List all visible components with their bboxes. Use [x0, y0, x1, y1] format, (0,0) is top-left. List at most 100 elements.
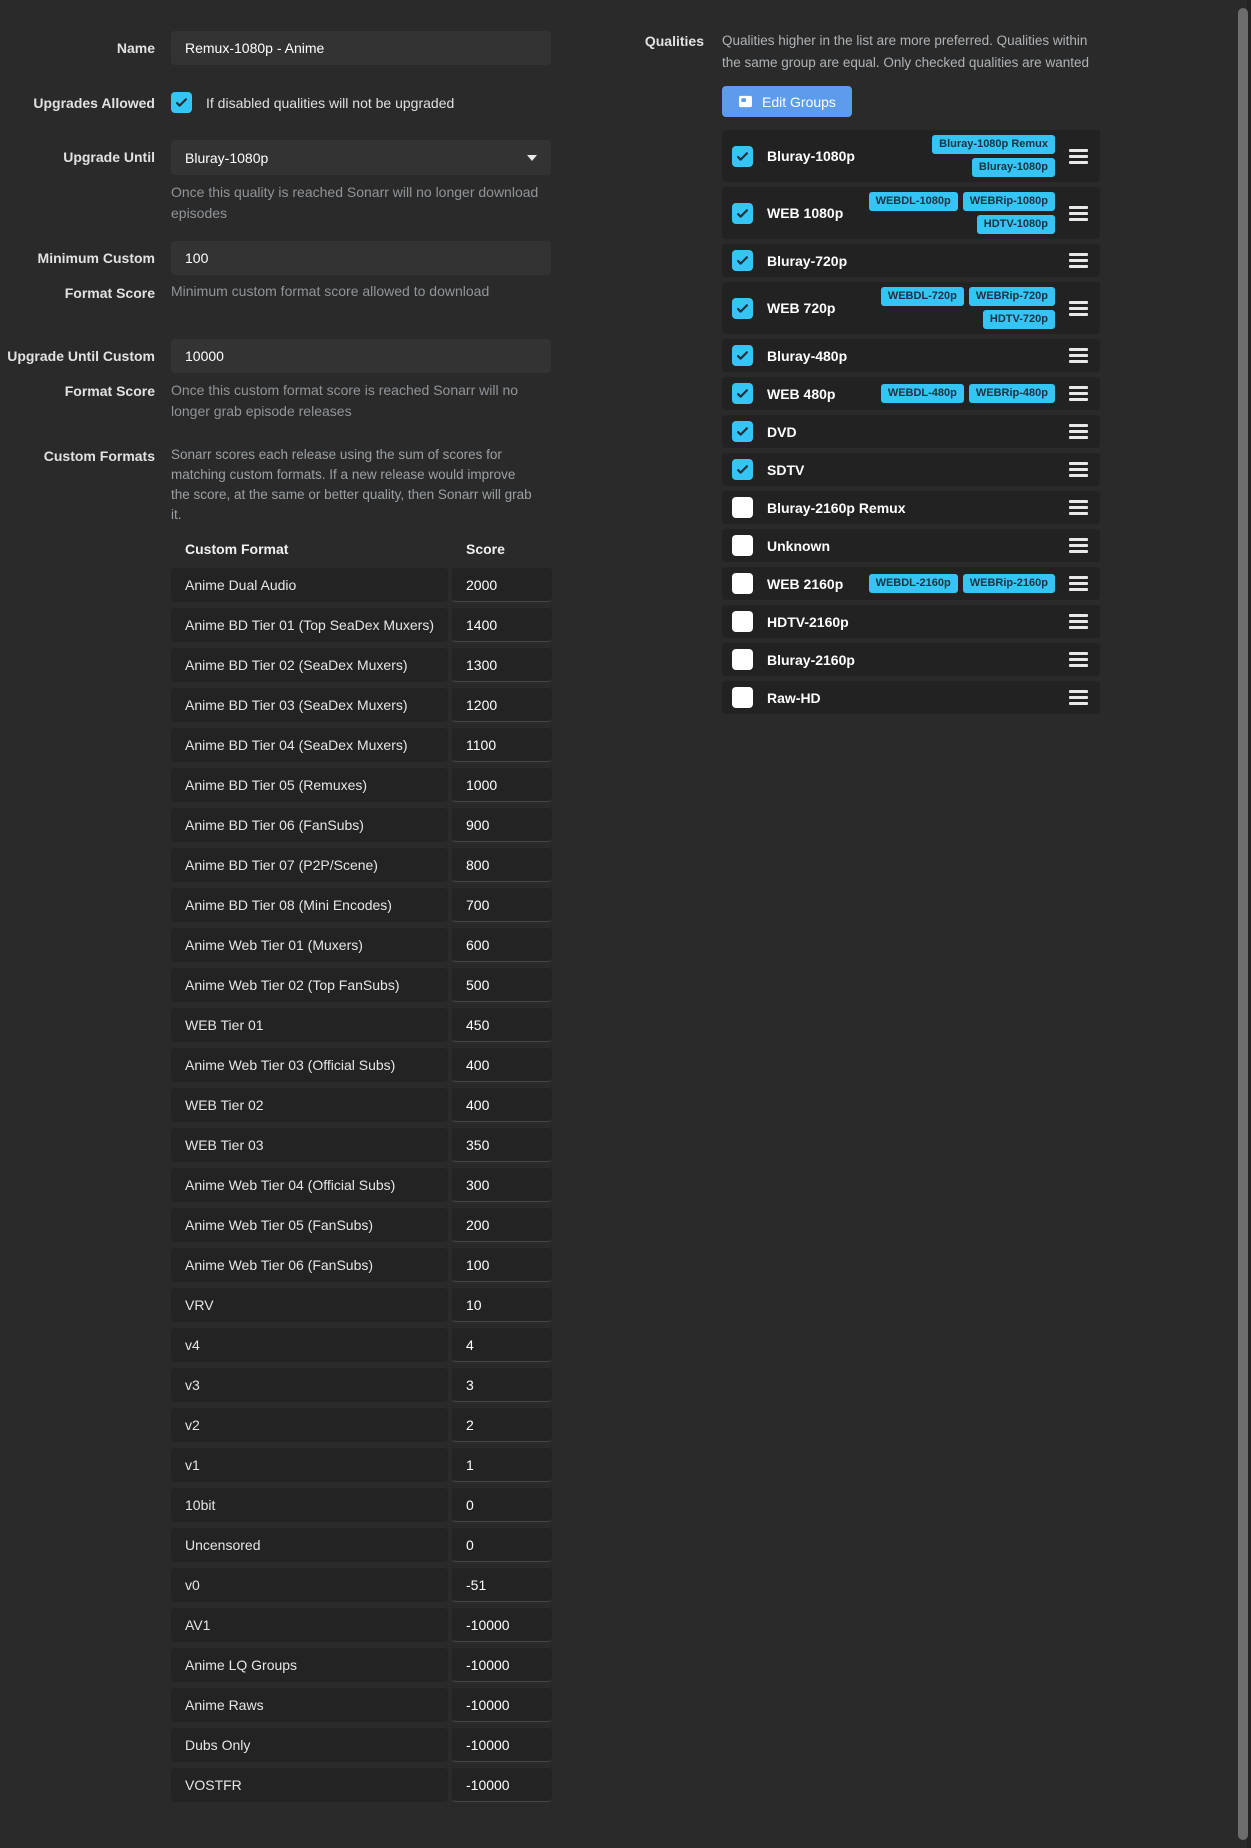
custom-format-score-input[interactable] [452, 888, 552, 922]
drag-handle-icon[interactable] [1069, 462, 1088, 477]
drag-handle-icon[interactable] [1069, 253, 1088, 268]
custom-format-score-input[interactable] [452, 848, 552, 882]
custom-format-score-input[interactable] [452, 968, 552, 1002]
quality-checkbox[interactable] [732, 649, 753, 670]
custom-format-score-input[interactable] [452, 568, 552, 602]
quality-item[interactable]: Bluray-2160p [722, 643, 1100, 676]
custom-format-name: Anime BD Tier 04 (SeaDex Muxers) [171, 728, 448, 762]
quality-checkbox[interactable] [732, 298, 753, 319]
custom-format-score-input[interactable] [452, 1608, 552, 1642]
quality-item[interactable]: SDTV [722, 453, 1100, 486]
quality-item[interactable]: Unknown [722, 529, 1100, 562]
custom-format-score-input[interactable] [452, 1008, 552, 1042]
quality-checkbox[interactable] [732, 421, 753, 442]
quality-item[interactable]: Bluray-2160p Remux [722, 491, 1100, 524]
quality-checkbox[interactable] [732, 383, 753, 404]
check-icon [735, 348, 750, 363]
custom-format-score-input[interactable] [452, 1488, 552, 1522]
upgrade-until-custom-format-score-input[interactable] [171, 339, 551, 373]
min-custom-format-score-label: Minimum Custom Format Score [0, 241, 155, 311]
custom-format-score-input[interactable] [452, 1528, 552, 1562]
custom-format-score-input[interactable] [452, 1688, 552, 1722]
name-input[interactable] [171, 31, 551, 65]
custom-format-name: VOSTFR [171, 1768, 448, 1802]
drag-handle-icon[interactable] [1069, 386, 1088, 401]
custom-format-score-input[interactable] [452, 768, 552, 802]
custom-format-score-input[interactable] [452, 1328, 552, 1362]
custom-format-score-input[interactable] [452, 1088, 552, 1122]
quality-item[interactable]: Raw-HD [722, 681, 1100, 714]
upgrades-allowed-checkbox[interactable] [171, 92, 192, 113]
custom-format-score-input[interactable] [452, 1568, 552, 1602]
quality-checkbox[interactable] [732, 146, 753, 167]
quality-item[interactable]: HDTV-2160p [722, 605, 1100, 638]
quality-item[interactable]: Bluray-480p [722, 339, 1100, 372]
drag-handle-icon[interactable] [1069, 690, 1088, 705]
edit-groups-button[interactable]: Edit Groups [722, 86, 852, 117]
quality-checkbox[interactable] [732, 611, 753, 632]
upgrade-until-select[interactable]: Bluray-1080p [171, 140, 551, 175]
custom-format-score-input[interactable] [452, 1448, 552, 1482]
custom-format-name: v3 [171, 1368, 448, 1402]
quality-item[interactable]: Bluray-720p [722, 244, 1100, 277]
drag-handle-icon[interactable] [1069, 149, 1088, 164]
custom-format-score-input[interactable] [452, 608, 552, 642]
custom-format-score-input[interactable] [452, 928, 552, 962]
drag-handle-icon[interactable] [1069, 500, 1088, 515]
quality-name: Bluray-2160p Remux [767, 500, 906, 516]
custom-format-score-input[interactable] [452, 1768, 552, 1802]
drag-handle-icon[interactable] [1069, 424, 1088, 439]
custom-format-score-input[interactable] [452, 648, 552, 682]
drag-handle-icon[interactable] [1069, 576, 1088, 591]
custom-format-score-input[interactable] [452, 1248, 552, 1282]
custom-format-name: AV1 [171, 1608, 448, 1642]
drag-handle-icon[interactable] [1069, 614, 1088, 629]
quality-checkbox[interactable] [732, 573, 753, 594]
custom-format-score-input[interactable] [452, 1128, 552, 1162]
chevron-down-icon [527, 155, 537, 161]
drag-handle-icon[interactable] [1069, 301, 1088, 316]
custom-format-score-input[interactable] [452, 1368, 552, 1402]
quality-group-tag: WEBRip-720p [969, 287, 1055, 306]
custom-format-name: v4 [171, 1328, 448, 1362]
custom-format-score-input[interactable] [452, 1168, 552, 1202]
custom-format-score-input[interactable] [452, 1728, 552, 1762]
quality-item[interactable]: Bluray-1080pBluray-1080p RemuxBluray-108… [722, 130, 1100, 182]
custom-format-score-input[interactable] [452, 1048, 552, 1082]
custom-format-row: v4 [171, 1328, 571, 1362]
drag-handle-icon[interactable] [1069, 652, 1088, 667]
quality-checkbox[interactable] [732, 203, 753, 224]
custom-format-name: Anime BD Tier 07 (P2P/Scene) [171, 848, 448, 882]
quality-checkbox[interactable] [732, 345, 753, 366]
custom-format-score-input[interactable] [452, 1208, 552, 1242]
quality-group-tag: Bluray-1080p [972, 158, 1055, 177]
scrollbar-thumb[interactable] [1238, 8, 1248, 1840]
custom-format-name: Uncensored [171, 1528, 448, 1562]
quality-name: WEB 480p [767, 386, 835, 402]
quality-item[interactable]: WEB 2160pWEBDL-2160pWEBRip-2160p [722, 567, 1100, 600]
drag-handle-icon[interactable] [1069, 206, 1088, 221]
quality-item[interactable]: WEB 480pWEBDL-480pWEBRip-480p [722, 377, 1100, 410]
quality-checkbox[interactable] [732, 687, 753, 708]
custom-format-score-input[interactable] [452, 808, 552, 842]
custom-format-score-input[interactable] [452, 1288, 552, 1322]
custom-format-score-input[interactable] [452, 1648, 552, 1682]
quality-item[interactable]: WEB 720pWEBDL-720pWEBRip-720pHDTV-720p [722, 282, 1100, 334]
quality-item[interactable]: DVD [722, 415, 1100, 448]
custom-format-score-input[interactable] [452, 688, 552, 722]
qualities-list: Bluray-1080pBluray-1080p RemuxBluray-108… [722, 130, 1100, 714]
drag-handle-icon[interactable] [1069, 538, 1088, 553]
quality-checkbox[interactable] [732, 250, 753, 271]
custom-format-row: Anime BD Tier 03 (SeaDex Muxers) [171, 688, 571, 722]
quality-checkbox[interactable] [732, 459, 753, 480]
custom-format-row: WEB Tier 03 [171, 1128, 571, 1162]
quality-checkbox[interactable] [732, 535, 753, 556]
drag-handle-icon[interactable] [1069, 348, 1088, 363]
custom-format-score-input[interactable] [452, 1408, 552, 1442]
quality-group-tag: WEBRip-1080p [963, 192, 1055, 211]
custom-format-score-input[interactable] [452, 728, 552, 762]
custom-format-name: Anime Web Tier 05 (FanSubs) [171, 1208, 448, 1242]
quality-checkbox[interactable] [732, 497, 753, 518]
quality-item[interactable]: WEB 1080pWEBDL-1080pWEBRip-1080pHDTV-108… [722, 187, 1100, 239]
min-custom-format-score-input[interactable] [171, 241, 551, 275]
